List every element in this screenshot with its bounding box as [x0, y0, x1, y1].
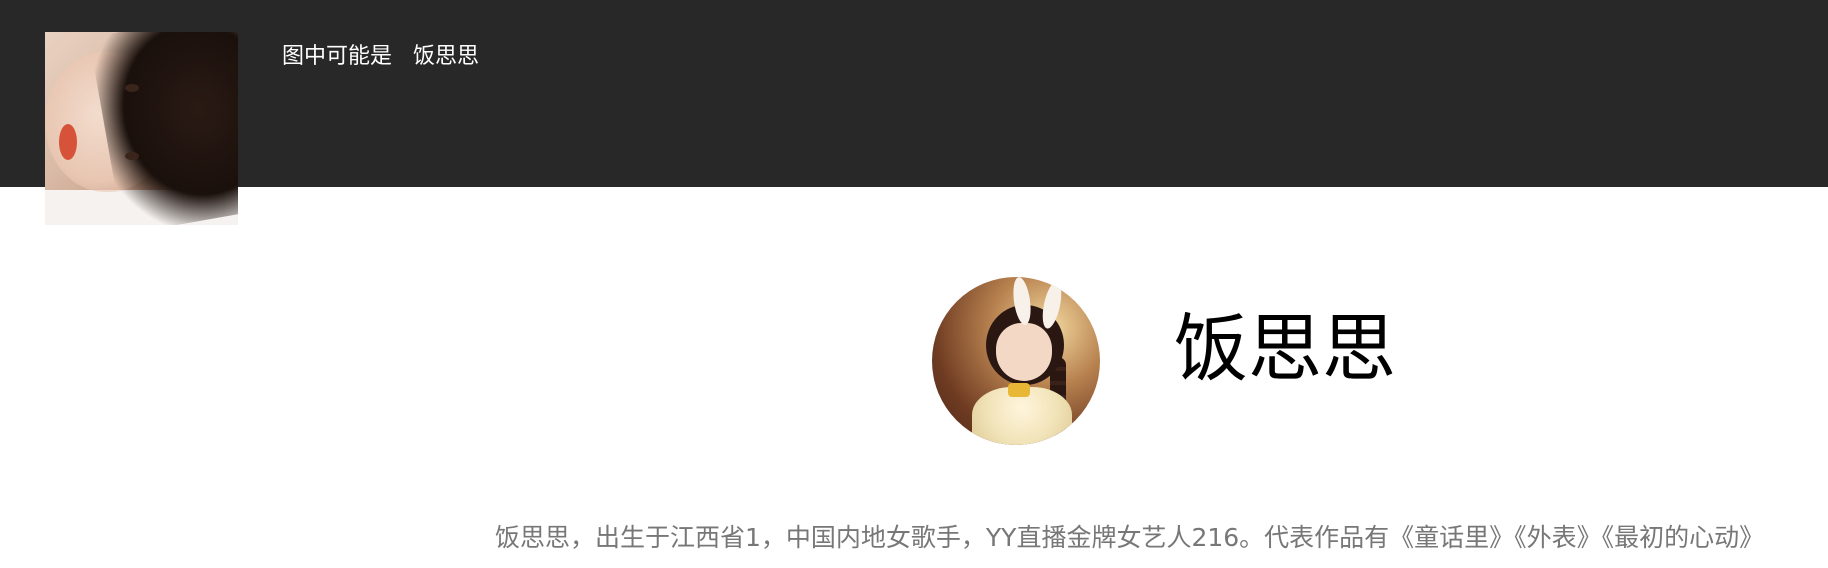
- profile-bio: 饭思思，出生于江西省1，中国内地女歌手，YY直播金牌女艺人216。代表作品有《童…: [495, 523, 1765, 552]
- caption-prefix: 图中可能是: [282, 44, 393, 69]
- profile-name: 饭思思: [1174, 306, 1396, 392]
- header-bar: 图中可能是 饭思思: [0, 0, 1828, 225]
- profile-avatar[interactable]: [932, 277, 1100, 445]
- caption-name[interactable]: 饭思思: [413, 44, 479, 69]
- header-thumbnail-image[interactable]: [45, 32, 238, 225]
- image-caption: 图中可能是 饭思思: [282, 38, 479, 70]
